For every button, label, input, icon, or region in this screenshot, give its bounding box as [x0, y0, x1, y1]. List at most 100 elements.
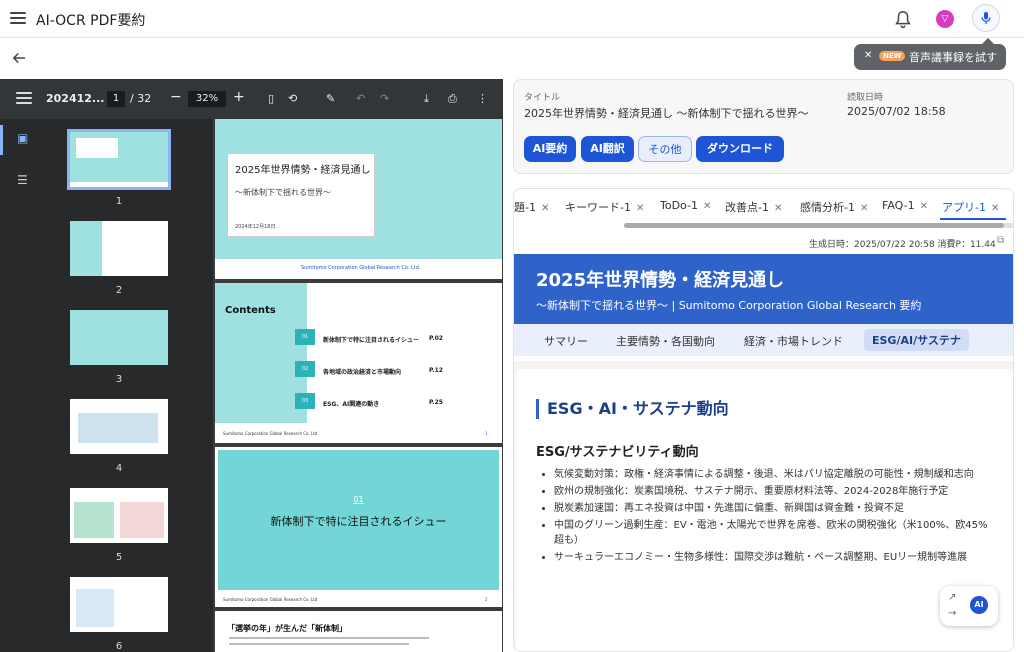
- page3-number: 2: [485, 597, 488, 602]
- tab-label: 題-1: [514, 201, 536, 214]
- open-external-icon[interactable]: ↗: [948, 592, 956, 603]
- nav-esg[interactable]: ESG/AI/サステナ: [864, 329, 969, 351]
- close-icon[interactable]: ✕: [991, 203, 999, 214]
- list-item: 中国のグリーン過剰生産：EV・電池・太陽光で世界を席巻、欧米の関税強化（米100…: [554, 518, 994, 548]
- ai-assistant-widget[interactable]: ↗ → AI: [940, 586, 998, 626]
- tabs-scrollbar-thumb[interactable]: [624, 223, 1004, 228]
- bullet-list: 気候変動対策：政権・経済事情による調整・後退、米はパリ協定離脱の可能性・規制緩和…: [554, 467, 994, 567]
- tab-label: キーワード-1: [565, 201, 631, 214]
- thumbnail-label: 1: [115, 196, 123, 207]
- thumbnail-page-5[interactable]: [70, 488, 168, 543]
- close-icon[interactable]: ✕: [920, 201, 928, 212]
- mic-button[interactable]: [972, 4, 1000, 32]
- nav-countries[interactable]: 主要情勢・各国動向: [616, 333, 715, 349]
- annotate-icon[interactable]: ✎: [326, 92, 335, 105]
- tab-app[interactable]: アプリ-1 ✕: [942, 199, 999, 215]
- new-badge: NEW: [879, 51, 906, 61]
- toc-page: P.02: [429, 335, 443, 342]
- report-body: ESG・AI・サステナ動向 ESG/サステナビリティ動向 気候変動対策：政権・経…: [514, 361, 1013, 651]
- copy-icon[interactable]: ⧉: [997, 235, 1004, 246]
- contents-heading: Contents: [225, 305, 276, 316]
- toc-text: 新体制下で特に注目されるイシュー: [323, 337, 420, 344]
- redo-icon[interactable]: ↷: [380, 92, 389, 105]
- zoom-in-icon[interactable]: +: [233, 89, 245, 105]
- toc-text: 各地域の政治経済と市場動向: [323, 369, 402, 376]
- pdf-page-4: 「選挙の年」が生んだ「新体制」: [215, 611, 502, 652]
- pdf-toolbar: 202412... 1 / 32 − 32% + ▯ ⟲ ✎ ↶ ↷ ⤓ ⎙ ⋮: [0, 79, 503, 119]
- subsection-heading: ESG/サステナビリティ動向: [536, 445, 699, 460]
- generation-meta: 生成日時：2025/07/22 20:58 消費P：11.44: [809, 240, 996, 250]
- thumbnail-page-1[interactable]: [67, 129, 171, 190]
- tab-sentiment[interactable]: 感情分析-1 ✕: [800, 199, 868, 215]
- close-icon[interactable]: ✕: [860, 203, 868, 214]
- report-title: 2025年世界情勢・経済見通し: [536, 270, 785, 291]
- thumbnail-page-6[interactable]: [70, 577, 168, 632]
- page1-date: 2024年12月18日: [235, 224, 276, 230]
- tab-todo[interactable]: ToDo-1 ✕: [660, 199, 711, 212]
- pdf-menu-icon[interactable]: [14, 89, 34, 109]
- tab-keyword[interactable]: キーワード-1 ✕: [565, 199, 644, 215]
- bell-icon[interactable]: [892, 9, 914, 31]
- close-icon[interactable]: ✕: [703, 201, 711, 212]
- voice-minutes-tooltip[interactable]: ✕ NEW 音声議事録を試す: [854, 38, 1006, 70]
- page2-footer: Sumitomo Corporation Global Research Co.…: [223, 431, 318, 436]
- fit-page-icon[interactable]: ▯: [268, 92, 274, 105]
- ai-summary-button[interactable]: AI要約: [524, 136, 576, 162]
- close-icon[interactable]: ✕: [864, 50, 872, 61]
- undo-icon[interactable]: ↶: [356, 92, 365, 105]
- nav-markets[interactable]: 経済・市場トレンド: [744, 333, 843, 349]
- thumbnail-page-2[interactable]: [70, 221, 168, 276]
- rotate-icon[interactable]: ⟲: [288, 92, 297, 105]
- tab-faq[interactable]: FAQ-1 ✕: [882, 199, 928, 212]
- thumbnail-label: 4: [115, 463, 123, 474]
- toc-num: 01: [295, 329, 315, 345]
- pdf-viewer: 202412... 1 / 32 − 32% + ▯ ⟲ ✎ ↶ ↷ ⤓ ⎙ ⋮…: [0, 79, 503, 652]
- outline-view-icon[interactable]: ☰: [17, 173, 28, 187]
- page-number-input[interactable]: 1: [107, 91, 125, 107]
- page1-title: 2025年世界情勢・経済見通し: [235, 165, 371, 176]
- page1-footer: Sumitomo Corporation Global Research Co.…: [301, 265, 421, 271]
- arrow-right-icon[interactable]: →: [948, 608, 956, 619]
- page4-heading: 「選挙の年」が生んだ「新体制」: [227, 624, 347, 633]
- report-header: 2025年世界情勢・経済見通し 〜新体制下で揺れる世界〜 | Sumitomo …: [514, 254, 1013, 324]
- results-panel: 題-1 ✕ キーワード-1 ✕ ToDo-1 ✕ 改善点-1 ✕ 感情分析-1 ✕ FAQ…: [513, 188, 1014, 652]
- toc-num: 03: [295, 393, 315, 409]
- thumbnail-page-3[interactable]: [70, 310, 168, 365]
- pdf-page-2: Contents 01 新体制下で特に注目されるイシュー P.02 02 各地域…: [215, 283, 502, 443]
- more-icon[interactable]: ⋮: [477, 92, 488, 105]
- thumbnail-label: 3: [115, 374, 123, 385]
- toc-page: P.25: [429, 399, 443, 406]
- download-button[interactable]: ダウンロード: [696, 136, 784, 162]
- top-bar: AI-OCR PDF要約 ▽: [0, 0, 1024, 38]
- back-arrow-icon[interactable]: [10, 49, 28, 67]
- tab-improvement[interactable]: 改善点-1 ✕: [725, 199, 782, 215]
- section-number: 01: [353, 495, 364, 504]
- close-icon[interactable]: ✕: [541, 203, 549, 214]
- other-button[interactable]: その他: [638, 136, 692, 162]
- close-icon[interactable]: ✕: [636, 203, 644, 214]
- thumbnail-label: 6: [115, 641, 123, 652]
- list-item: 脱炭素加速国：再エネ投資は中国・先進国に偏重、新興国は資金難・投資不足: [554, 501, 994, 516]
- download-icon[interactable]: ⤓: [424, 92, 429, 106]
- tab-label: 改善点-1: [725, 201, 769, 214]
- close-icon[interactable]: ✕: [774, 203, 782, 214]
- zoom-input[interactable]: 32%: [188, 91, 226, 107]
- document-info-card: タイトル 2025年世界情勢・経済見通し 〜新体制下で揺れる世界〜 読取日時 2…: [513, 79, 1014, 174]
- thumbnail-view-icon[interactable]: ▣: [17, 131, 28, 145]
- report-subtitle: 〜新体制下で揺れる世界〜 | Sumitomo Corporation Glob…: [536, 299, 922, 312]
- pdf-filename: 202412...: [46, 92, 105, 105]
- date-label: 読取日時: [847, 93, 884, 103]
- thumbnail-page-4[interactable]: [70, 399, 168, 454]
- zoom-out-icon[interactable]: −: [170, 89, 182, 105]
- print-icon[interactable]: ⎙: [448, 92, 457, 106]
- section-title: 新体制下で特に注目されるイシュー: [270, 515, 447, 528]
- menu-icon[interactable]: [8, 9, 28, 29]
- tab-title[interactable]: 題-1 ✕: [514, 199, 549, 215]
- avatar[interactable]: ▽: [936, 10, 954, 28]
- ai-icon[interactable]: AI: [970, 596, 988, 614]
- pdf-page-1: 2025年世界情勢・経済見通し 〜新体制下で揺れる世界〜 2024年12月18日…: [215, 119, 502, 279]
- thumbnail-label: 5: [115, 552, 123, 563]
- ai-translate-button[interactable]: AI翻訳: [581, 136, 634, 162]
- section-heading: ESG・AI・サステナ動向: [536, 399, 729, 419]
- nav-summary[interactable]: サマリー: [544, 333, 588, 349]
